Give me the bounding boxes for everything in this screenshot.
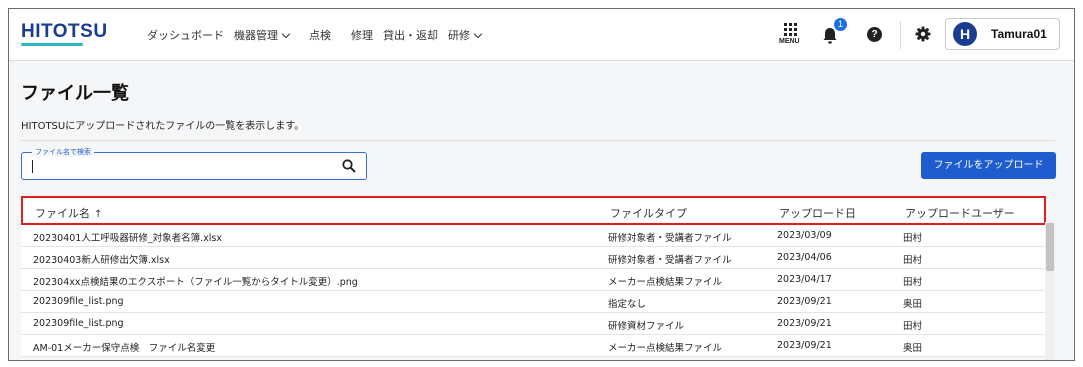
user-account-button[interactable]: H Tamura01 [945,18,1060,50]
grid-icon [784,23,801,36]
cell-upload-date: 2023/09/21 [777,340,832,351]
table-row[interactable]: 20230403新人研修出欠簿.xlsx 研修対象者・受講者ファイル 2023/… [21,247,1046,269]
sort-arrow-up-icon: ↑ [94,209,103,220]
nav-item-lending[interactable]: 貸出・返却 [383,27,438,43]
nav-item-repair[interactable]: 修理 [351,27,373,43]
table-scrollbar-thumb[interactable] [1046,223,1054,271]
cell-file-name: 202309file_list.png [33,318,124,329]
cell-file-name: 202304xx点検結果のエクスポート（ファイル一覧からタイトル変更）.png [33,277,358,288]
header-divider [900,21,901,49]
app-window: HITOTSU ダッシュボード 機器管理 点検 修理 貸出・返却 研修 MENU… [8,8,1075,361]
page-description: HITOTSUにアップロードされたファイルの一覧を表示します。 [21,121,305,132]
cell-upload-user: 田村 [903,277,923,288]
divider [21,140,1055,141]
menu-label: MENU [779,38,800,45]
page-title: ファイル一覧 [21,83,129,104]
table-row[interactable]: 202309file_list.png 研修資材ファイル 2023/09/21 … [21,313,1046,335]
table-row[interactable]: AM-01メーカー保守点検 ファイル名変更 メーカー点検結果ファイル 2023/… [21,335,1046,357]
cell-upload-date: 2023/03/09 [777,230,832,241]
nav-label-lending: 貸出・返却 [383,29,438,42]
column-label-file-name: ファイル名 [35,207,90,220]
cell-file-type: 指定なし [608,299,647,310]
cell-upload-user: 奥田 [903,299,923,310]
file-search-input[interactable]: ファイル名で検索 [21,147,367,180]
table-row[interactable]: 202309file_list.png 指定なし 2023/09/21 奥田 [21,291,1046,313]
search-icon[interactable] [342,159,356,173]
table-row[interactable]: 202304xx点検結果のエクスポート（ファイル一覧からタイトル変更）.png … [21,269,1046,291]
cell-upload-date: 2023/09/21 [777,296,832,307]
table-row[interactable]: 20230401人工呼吸器研修_対象者名簿.xlsx 研修対象者・受講者ファイル… [21,225,1046,247]
nav-item-inspection[interactable]: 点検 [309,27,331,43]
nav-label-dashboard: ダッシュボード [147,29,224,42]
cell-file-type: メーカー点検結果ファイル [608,277,723,288]
text-caret [32,160,33,173]
column-header-upload-date[interactable]: アップロード日 [779,205,856,221]
nav-item-dashboard[interactable]: ダッシュボード [147,27,224,43]
nav-label-repair: 修理 [351,29,373,42]
table-header: ファイル名 ↑ ファイルタイプ アップロード日 アップロードユーザー [21,196,1046,225]
cell-file-name: 202309file_list.png [33,296,124,307]
logo-underline [21,43,83,46]
main-nav: ダッシュボード 機器管理 点検 修理 貸出・返却 研修 [147,27,501,43]
cell-file-name: AM-01メーカー保守点検 ファイル名変更 [33,343,216,354]
cell-file-type: メーカー点検結果ファイル [608,343,723,354]
cell-file-name: 20230401人工呼吸器研修_対象者名簿.xlsx [33,233,222,244]
column-header-upload-user[interactable]: アップロードユーザー [905,205,1015,221]
column-header-file-name[interactable]: ファイル名 ↑ [35,205,102,221]
cell-file-name: 20230403新人研修出欠簿.xlsx [33,255,170,266]
cell-upload-user: 田村 [903,255,923,266]
cell-upload-date: 2023/09/21 [777,318,832,329]
cell-file-type: 研修資材ファイル [608,321,685,332]
app-logo[interactable]: HITOTSU [21,21,108,43]
cell-upload-user: 田村 [903,321,923,332]
menu-button[interactable]: MENU [779,23,801,49]
nav-item-training[interactable]: 研修 [448,27,483,43]
cell-upload-user: 奥田 [903,343,923,354]
nav-item-equipment[interactable]: 機器管理 [234,27,291,43]
top-header: HITOTSU ダッシュボード 機器管理 点検 修理 貸出・返却 研修 MENU… [9,9,1074,61]
chevron-down-icon [473,29,483,38]
nav-label-equipment: 機器管理 [234,29,278,42]
nav-label-inspection: 点検 [309,29,331,42]
nav-label-training: 研修 [448,29,470,42]
cell-file-type: 研修対象者・受講者ファイル [608,233,732,244]
help-icon[interactable]: ? [867,27,882,42]
file-table: ファイル名 ↑ ファイルタイプ アップロード日 アップロードユーザー 202304… [21,196,1046,357]
search-input-label: ファイル名で検索 [32,147,94,157]
notification-badge: 1 [834,18,847,31]
cell-upload-user: 田村 [903,233,923,244]
gear-icon[interactable] [915,26,931,42]
cell-file-type: 研修対象者・受講者ファイル [608,255,732,266]
chevron-down-icon [281,29,291,38]
avatar: H [953,22,977,46]
cell-upload-date: 2023/04/06 [777,252,832,263]
column-header-file-type[interactable]: ファイルタイプ [610,205,687,221]
cell-upload-date: 2023/04/17 [777,274,832,285]
upload-file-button[interactable]: ファイルをアップロード [921,152,1056,179]
user-name: Tamura01 [991,27,1047,41]
